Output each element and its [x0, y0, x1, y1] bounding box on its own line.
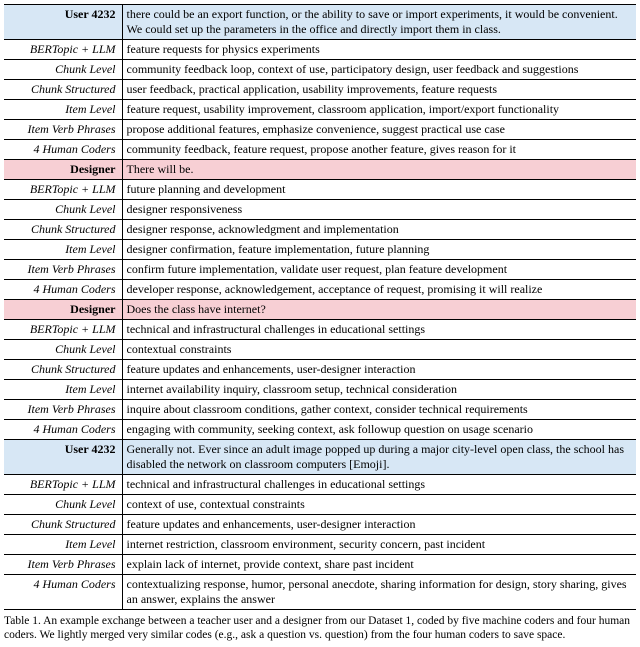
table-row: Chunk Structuredfeature updates and enha…: [4, 515, 636, 535]
table-row: 4 Human Codersengaging with community, s…: [4, 420, 636, 440]
row-label: BERTopic + LLM: [4, 40, 122, 60]
table-row: Item Levelfeature request, usability imp…: [4, 100, 636, 120]
table-row: Chunk Structureddesigner response, ackno…: [4, 220, 636, 240]
table-row: Chunk Levelcontext of use, contextual co…: [4, 495, 636, 515]
row-label: Item Level: [4, 535, 122, 555]
table-row: Item Levelinternet availability inquiry,…: [4, 380, 636, 400]
table-row: User 4232Generally not. Ever since an ad…: [4, 440, 636, 475]
table-row: Chunk Leveldesigner responsiveness: [4, 200, 636, 220]
row-label: Designer: [4, 300, 122, 320]
row-content: explain lack of internet, provide contex…: [122, 555, 636, 575]
table-row: DesignerThere will be.: [4, 160, 636, 180]
row-content: confirm future implementation, validate …: [122, 260, 636, 280]
table-row: Item Levelinternet restriction, classroo…: [4, 535, 636, 555]
row-content: technical and infrastructural challenges…: [122, 320, 636, 340]
row-label: Chunk Level: [4, 60, 122, 80]
row-content: designer responsiveness: [122, 200, 636, 220]
row-content: developer response, acknowledgement, acc…: [122, 280, 636, 300]
codes-table-body: User 4232there could be an export functi…: [4, 5, 636, 610]
row-label: Designer: [4, 160, 122, 180]
row-content: community feedback loop, context of use,…: [122, 60, 636, 80]
row-content: future planning and development: [122, 180, 636, 200]
row-label: BERTopic + LLM: [4, 320, 122, 340]
row-label: Chunk Level: [4, 495, 122, 515]
row-content: user feedback, practical application, us…: [122, 80, 636, 100]
table-row: BERTopic + LLMfeature requests for physi…: [4, 40, 636, 60]
table-row: 4 Human Codersdeveloper response, acknow…: [4, 280, 636, 300]
row-content: There will be.: [122, 160, 636, 180]
table-row: 4 Human Coderscommunity feedback, featur…: [4, 140, 636, 160]
row-content: Does the class have internet?: [122, 300, 636, 320]
row-label: 4 Human Coders: [4, 575, 122, 610]
table-row: Item Verb Phrasespropose additional feat…: [4, 120, 636, 140]
row-label: Chunk Structured: [4, 360, 122, 380]
row-content: contextualizing response, humor, persona…: [122, 575, 636, 610]
table-row: Item Verb Phrasesinquire about classroom…: [4, 400, 636, 420]
table-row: User 4232there could be an export functi…: [4, 5, 636, 40]
row-label: User 4232: [4, 440, 122, 475]
row-label: Item Verb Phrases: [4, 400, 122, 420]
row-label: Chunk Structured: [4, 220, 122, 240]
table-row: Chunk Levelcommunity feedback loop, cont…: [4, 60, 636, 80]
table-row: Chunk Levelcontextual constraints: [4, 340, 636, 360]
table-row: BERTopic + LLMtechnical and infrastructu…: [4, 320, 636, 340]
table-row: Item Leveldesigner confirmation, feature…: [4, 240, 636, 260]
table-row: DesignerDoes the class have internet?: [4, 300, 636, 320]
row-content: engaging with community, seeking context…: [122, 420, 636, 440]
row-label: 4 Human Coders: [4, 280, 122, 300]
row-content: there could be an export function, or th…: [122, 5, 636, 40]
row-content: internet restriction, classroom environm…: [122, 535, 636, 555]
row-label: 4 Human Coders: [4, 420, 122, 440]
row-label: Chunk Level: [4, 340, 122, 360]
table-caption: Table 1. An example exchange between a t…: [4, 614, 636, 643]
row-label: Item Verb Phrases: [4, 260, 122, 280]
row-content: feature requests for physics experiments: [122, 40, 636, 60]
table-row: BERTopic + LLMfuture planning and develo…: [4, 180, 636, 200]
row-content: designer response, acknowledgment and im…: [122, 220, 636, 240]
table-row: Chunk Structuredfeature updates and enha…: [4, 360, 636, 380]
row-label: Item Level: [4, 240, 122, 260]
row-label: Chunk Structured: [4, 515, 122, 535]
row-label: Item Verb Phrases: [4, 555, 122, 575]
row-content: Generally not. Ever since an adult image…: [122, 440, 636, 475]
row-label: Item Verb Phrases: [4, 120, 122, 140]
row-label: BERTopic + LLM: [4, 475, 122, 495]
row-content: inquire about classroom conditions, gath…: [122, 400, 636, 420]
table-row: BERTopic + LLMtechnical and infrastructu…: [4, 475, 636, 495]
table-row: Item Verb Phrasesconfirm future implemen…: [4, 260, 636, 280]
row-label: Chunk Structured: [4, 80, 122, 100]
row-content: feature request, usability improvement, …: [122, 100, 636, 120]
row-label: Item Level: [4, 380, 122, 400]
row-content: feature updates and enhancements, user-d…: [122, 360, 636, 380]
row-content: community feedback, feature request, pro…: [122, 140, 636, 160]
table-row: Item Verb Phrasesexplain lack of interne…: [4, 555, 636, 575]
row-label: 4 Human Coders: [4, 140, 122, 160]
table-row: 4 Human Coderscontextualizing response, …: [4, 575, 636, 610]
row-label: Chunk Level: [4, 200, 122, 220]
row-content: technical and infrastructural challenges…: [122, 475, 636, 495]
row-content: contextual constraints: [122, 340, 636, 360]
row-label: User 4232: [4, 5, 122, 40]
row-content: context of use, contextual constraints: [122, 495, 636, 515]
row-content: feature updates and enhancements, user-d…: [122, 515, 636, 535]
row-content: internet availability inquiry, classroom…: [122, 380, 636, 400]
row-label: BERTopic + LLM: [4, 180, 122, 200]
row-content: propose additional features, emphasize c…: [122, 120, 636, 140]
row-label: Item Level: [4, 100, 122, 120]
row-content: designer confirmation, feature implement…: [122, 240, 636, 260]
table-row: Chunk Structureduser feedback, practical…: [4, 80, 636, 100]
codes-table: User 4232there could be an export functi…: [4, 4, 636, 610]
